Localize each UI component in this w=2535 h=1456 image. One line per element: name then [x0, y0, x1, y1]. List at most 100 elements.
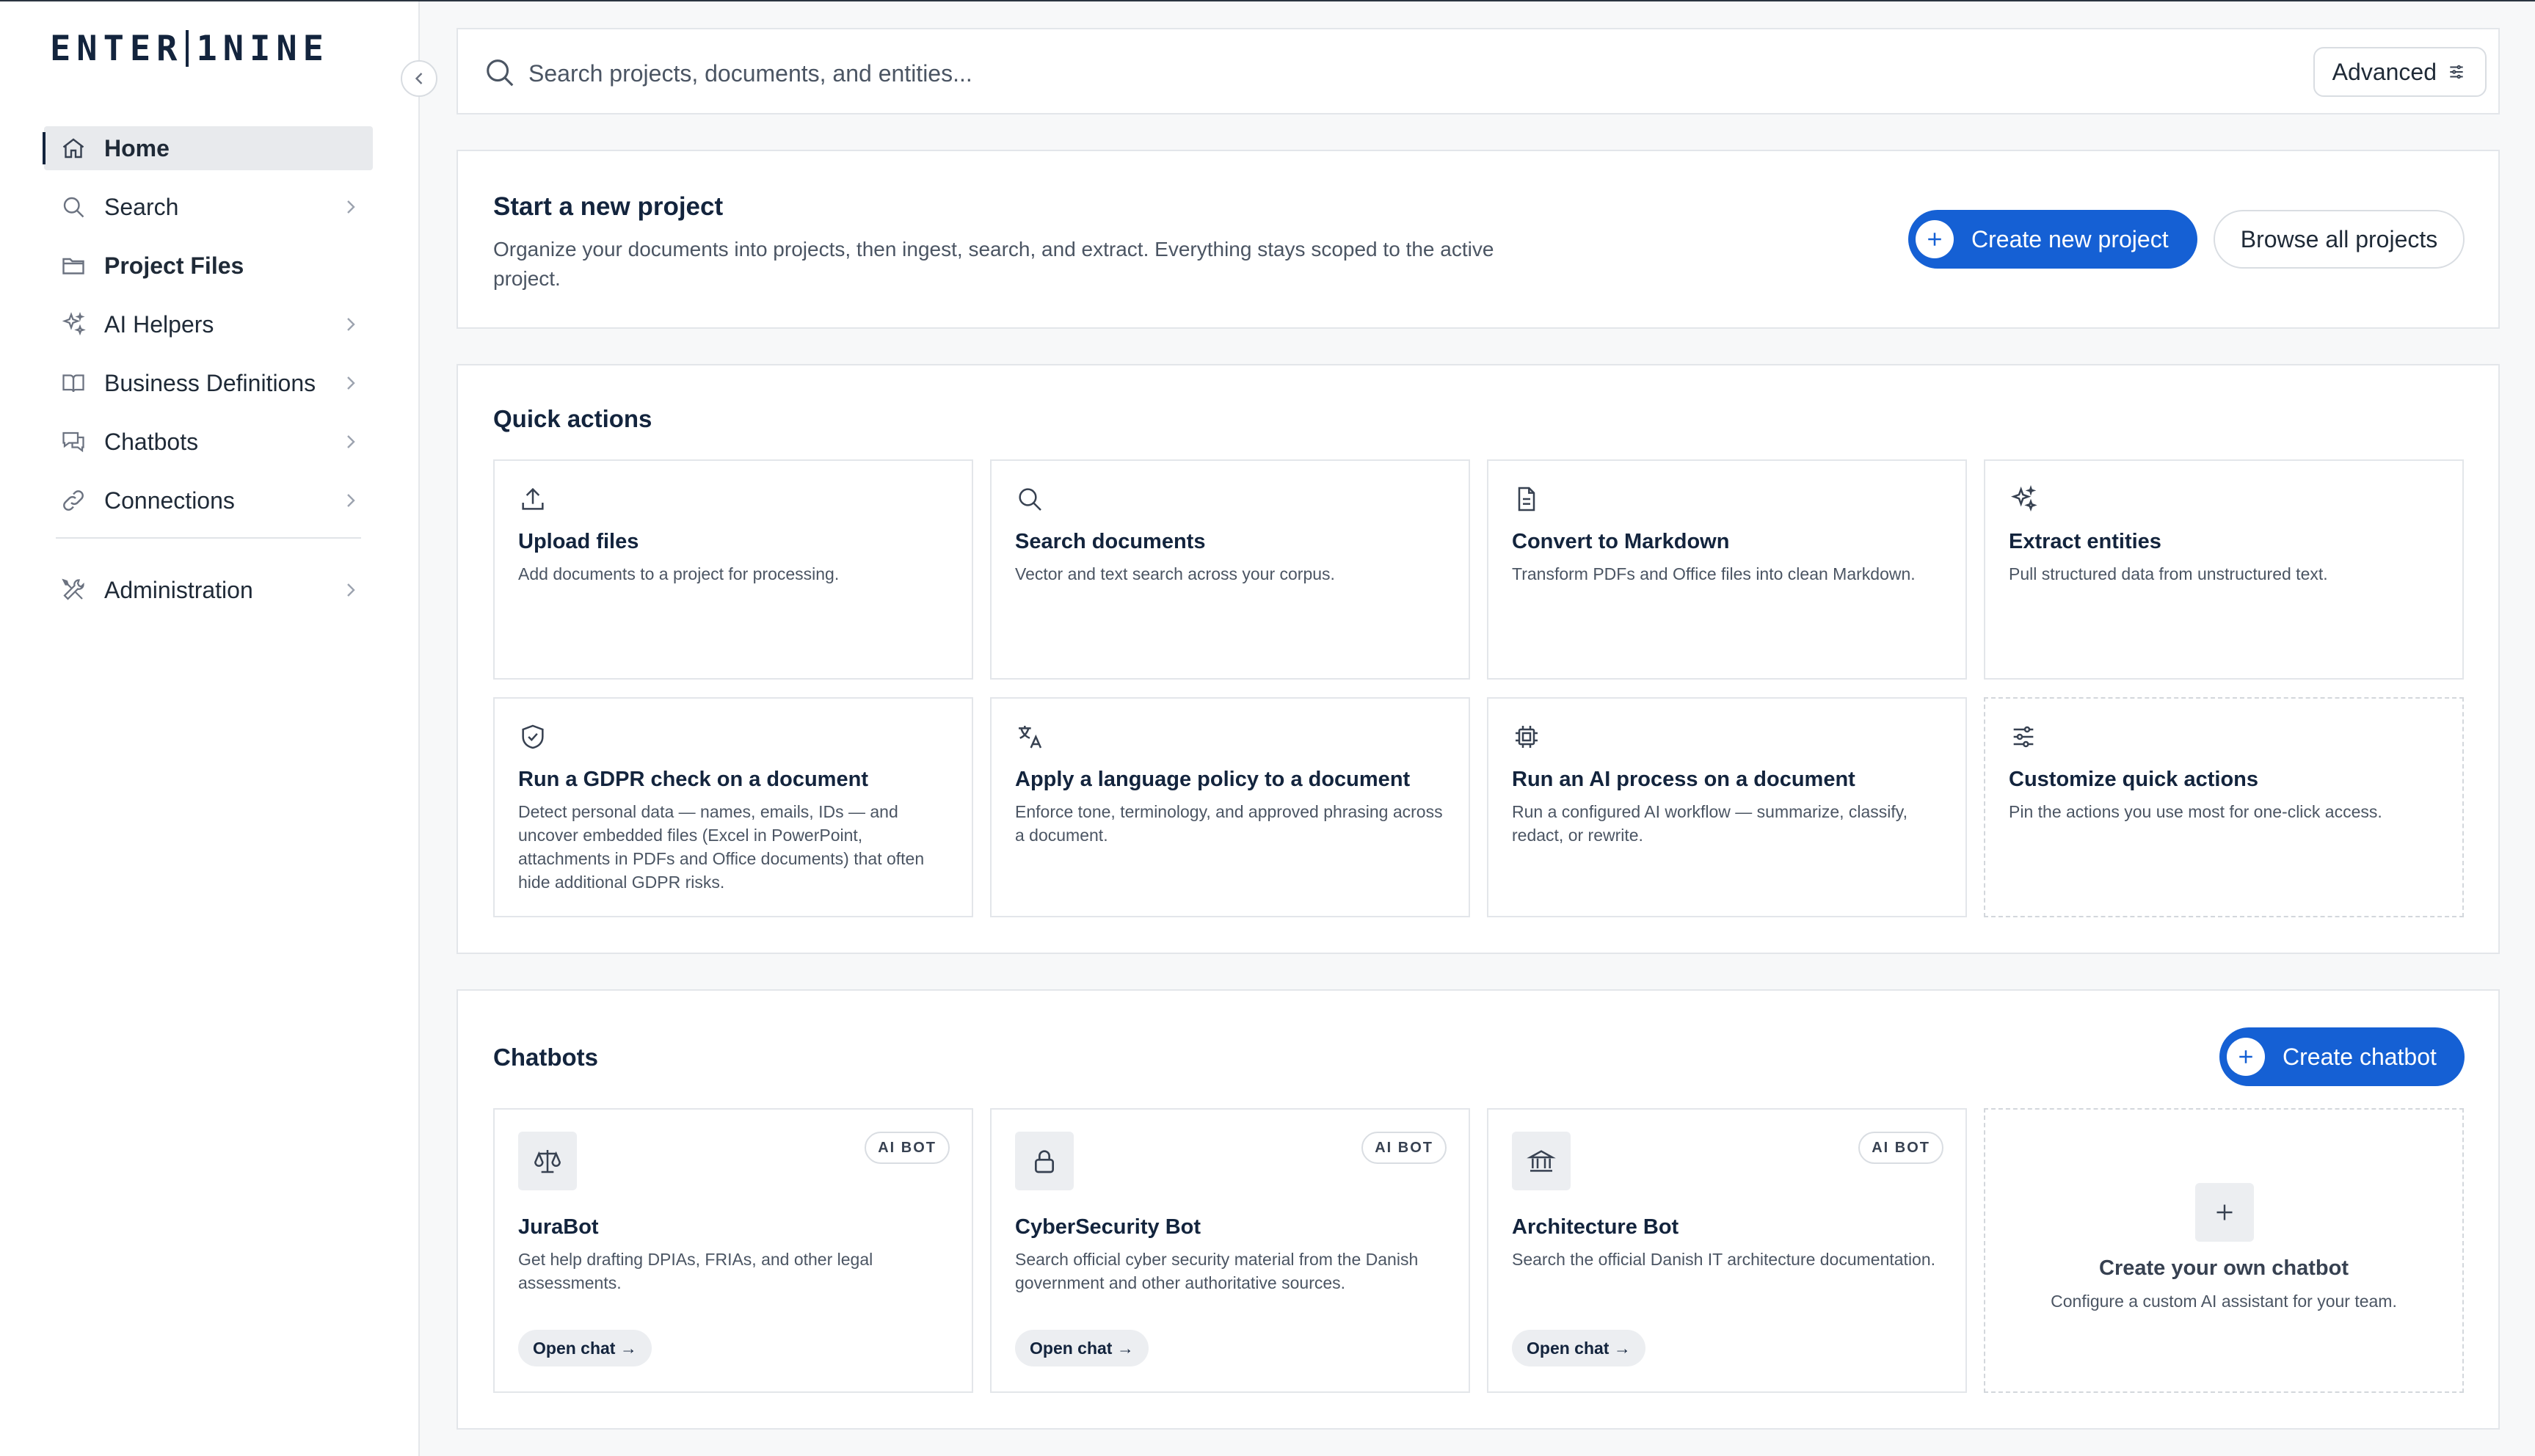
logo-divider — [186, 30, 189, 67]
open-chat-button[interactable]: Open chat → — [1512, 1330, 1645, 1366]
chatbot-card-jurabot[interactable]: AI BOT JuraBot Get help drafting DPIAs, … — [493, 1108, 973, 1393]
lock-icon — [1015, 1132, 1074, 1190]
quick-action-language-policy[interactable]: Apply a language policy to a document En… — [990, 697, 1470, 917]
quick-action-description: Transform PDFs and Office files into cle… — [1512, 564, 1916, 583]
tools-icon — [59, 575, 88, 605]
create-new-project-button[interactable]: Create new project — [1908, 210, 2197, 269]
quick-actions-panel: Quick actions Upload files Add documents… — [457, 364, 2500, 954]
chatbot-description: Get help drafting DPIAs, FRIAs, and othe… — [518, 1250, 873, 1292]
open-chat-button[interactable]: Open chat → — [518, 1330, 652, 1366]
quick-action-description: Run a configured AI workflow — summarize… — [1512, 802, 1907, 845]
quick-action-search-documents[interactable]: Search documents Vector and text search … — [990, 459, 1470, 680]
chevron-right-icon — [347, 200, 355, 214]
quick-action-description: Pull structured data from unstructured t… — [2009, 564, 2328, 583]
sidebar-divider — [56, 537, 361, 539]
new-project-panel: Start a new project Organize your docume… — [457, 150, 2500, 329]
sliders-icon — [2450, 65, 2463, 79]
logo-text-right: 1NINE — [196, 28, 330, 69]
quick-action-extract-entities[interactable]: Extract entities Pull structured data fr… — [1984, 459, 2464, 680]
search-icon — [59, 192, 88, 222]
sliders-icon — [2013, 726, 2034, 748]
new-project-title: Start a new project — [493, 192, 724, 221]
chatbot-title: CyberSecurity Bot — [1015, 1215, 1201, 1239]
logo-text-left: ENTER — [50, 28, 183, 69]
advanced-search-label: Advanced — [2332, 58, 2437, 85]
quick-action-description: Pin the actions you use most for one-cli… — [2009, 802, 2382, 821]
scale-icon — [518, 1132, 577, 1190]
home-icon — [59, 134, 88, 163]
sidebar-item-label: Chatbots — [104, 428, 199, 455]
chatbot-title: Architecture Bot — [1512, 1215, 1679, 1239]
sparkles-icon — [2011, 485, 2037, 512]
open-chat-button[interactable]: Open chat → — [1015, 1330, 1149, 1366]
sidebar-item-chatbots[interactable]: Chatbots — [44, 420, 373, 464]
search-icon — [487, 59, 514, 87]
global-search-bar: Advanced — [457, 28, 2500, 114]
sidebar-item-label: Administration — [104, 576, 253, 603]
sidebar-item-connections[interactable]: Connections — [44, 478, 373, 523]
sidebar-item-label: Search — [104, 193, 179, 220]
chevron-right-icon — [347, 376, 355, 390]
sidebar-item-label: Home — [104, 134, 170, 161]
quick-action-title: Convert to Markdown — [1512, 530, 1730, 553]
sidebar-item-label: AI Helpers — [104, 310, 214, 338]
chatbots-title: Chatbots — [493, 1044, 598, 1071]
document-icon — [1518, 487, 1535, 512]
create-own-chatbot-card[interactable]: Create your own chatbot Configure a cust… — [1984, 1108, 2464, 1393]
link-icon — [59, 486, 88, 515]
quick-action-title: Search documents — [1015, 530, 1206, 553]
sidebar-item-business-definitions[interactable]: Business Definitions — [44, 361, 373, 405]
chatbot-card-cybersecurity[interactable]: AI BOT CyberSecurity Bot Search official… — [990, 1108, 1470, 1393]
quick-action-gdpr-check[interactable]: Run a GDPR check on a document Detect pe… — [493, 697, 973, 917]
quick-action-customize[interactable]: Customize quick actions Pin the actions … — [1984, 697, 2464, 917]
chevron-right-icon — [347, 494, 355, 507]
chevron-right-icon — [347, 583, 355, 597]
sidebar-item-home[interactable]: Home — [43, 126, 373, 170]
chatbot-card-architecture[interactable]: AI BOT Architecture Bot Search the offic… — [1487, 1108, 1967, 1393]
quick-action-title: Apply a language policy to a document — [1015, 768, 1411, 791]
chatbot-description: Search the official Danish IT architectu… — [1512, 1250, 1936, 1269]
chatbot-description: Search official cyber security material … — [1015, 1250, 1419, 1292]
browse-all-projects-label: Browse all projects — [2240, 225, 2438, 252]
quick-action-title: Customize quick actions — [2009, 768, 2259, 791]
sidebar-item-project-files[interactable]: Project Files — [44, 244, 373, 288]
create-chatbot-label: Create chatbot — [2283, 1043, 2437, 1070]
upload-icon — [522, 487, 544, 510]
quick-actions-title: Quick actions — [493, 405, 652, 432]
ai-bot-badge: AI BOT — [1361, 1132, 1447, 1164]
create-new-project-label: Create new project — [1971, 225, 2169, 252]
shield-check-icon — [522, 724, 544, 749]
chevron-right-icon — [347, 318, 355, 331]
book-icon — [59, 368, 88, 398]
sidebar-item-ai-helpers[interactable]: AI Helpers — [44, 302, 373, 346]
sidebar-item-search[interactable]: Search — [44, 185, 373, 229]
quick-action-title: Upload files — [518, 530, 639, 553]
new-project-description: Organize your documents into projects, t… — [493, 238, 1494, 290]
search-input[interactable] — [528, 51, 2143, 95]
quick-action-convert-to-markdown[interactable]: Convert to Markdown Transform PDFs and O… — [1487, 459, 1967, 680]
ai-bot-badge: AI BOT — [865, 1132, 950, 1164]
quick-action-description: Vector and text search across your corpu… — [1015, 564, 1335, 583]
quick-action-description: Detect personal data — names, emails, ID… — [518, 802, 925, 892]
quick-action-ai-process[interactable]: Run an AI process on a document Run a co… — [1487, 697, 1967, 917]
quick-action-description: Enforce tone, terminology, and approved … — [1015, 802, 1443, 845]
sidebar-collapse-button[interactable] — [401, 60, 437, 97]
search-icon — [1019, 488, 1041, 511]
sidebar-item-label: Project Files — [104, 252, 244, 279]
advanced-search-button[interactable]: Advanced — [2313, 47, 2487, 97]
bank-icon — [1512, 1132, 1571, 1190]
plus-icon — [2227, 1038, 2265, 1076]
sidebar-item-administration[interactable]: Administration — [44, 568, 373, 612]
create-chatbot-button[interactable]: Create chatbot — [2219, 1027, 2465, 1086]
quick-action-title: Extract entities — [2009, 530, 2161, 553]
browse-all-projects-button[interactable]: Browse all projects — [2214, 210, 2465, 269]
quick-action-upload-files[interactable]: Upload files Add documents to a project … — [493, 459, 973, 680]
sidebar-item-label: Business Definitions — [104, 369, 316, 396]
quick-action-title: Run an AI process on a document — [1512, 768, 1855, 791]
plus-icon — [2195, 1183, 2254, 1242]
ai-bot-badge: AI BOT — [1858, 1132, 1943, 1164]
sidebar-nav: Home Search Project Files AI Helpers Bus… — [43, 126, 373, 627]
translate-icon — [1019, 726, 1042, 749]
chevron-right-icon — [347, 435, 355, 448]
app-logo[interactable]: ENTER 1NINE — [50, 28, 330, 69]
